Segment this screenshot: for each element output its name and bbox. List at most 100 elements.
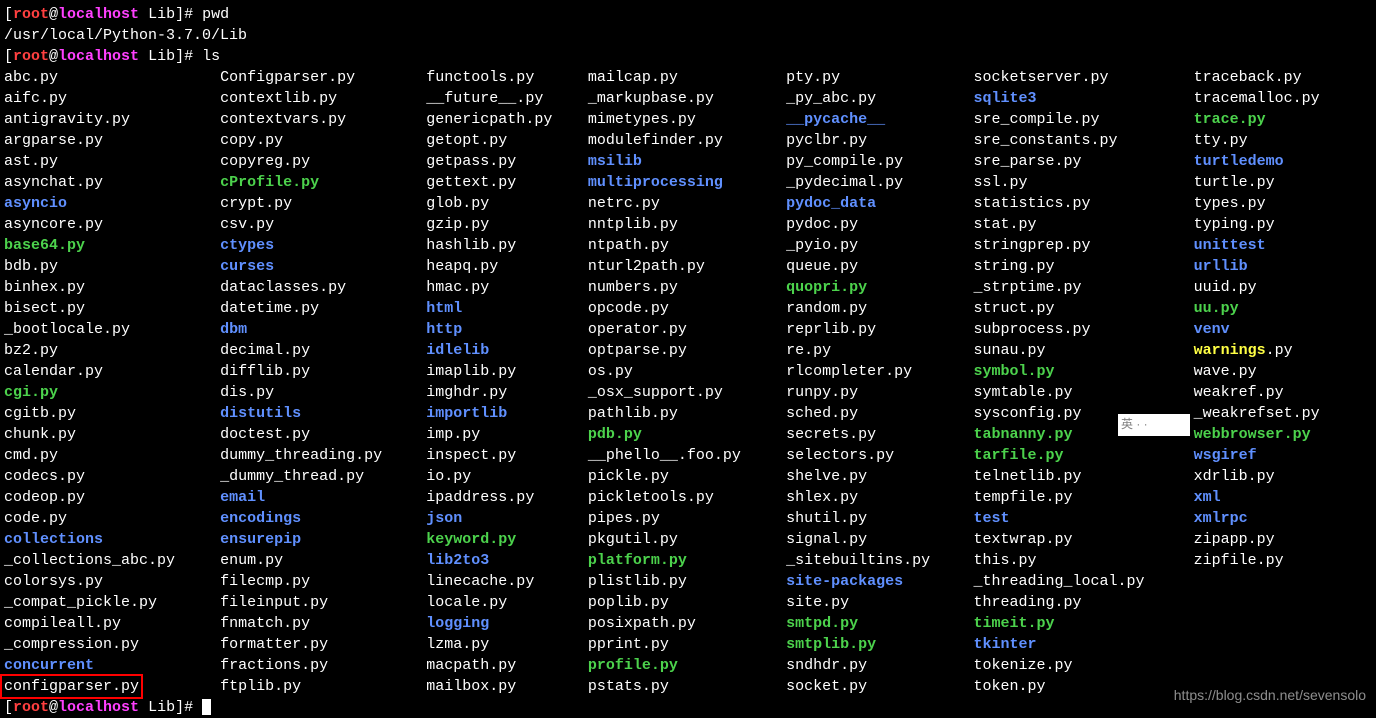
file-entry: crypt.py [220, 193, 426, 214]
file-entry: _strptime.py [974, 277, 1194, 298]
file-entry: keyword.py [426, 529, 588, 550]
file-entry: pkgutil.py [588, 529, 786, 550]
ls-column-6: traceback.pytracemalloc.pytrace.pytty.py… [1194, 67, 1372, 697]
file-entry: mimetypes.py [588, 109, 786, 130]
ls-column-3: mailcap.py_markupbase.pymimetypes.pymodu… [588, 67, 786, 697]
file-entry: _weakrefset.py [1194, 403, 1372, 424]
file-entry: subprocess.py [974, 319, 1194, 340]
file-entry: locale.py [426, 592, 588, 613]
file-entry: macpath.py [426, 655, 588, 676]
file-entry: tracemalloc.py [1194, 88, 1372, 109]
file-entry: enum.py [220, 550, 426, 571]
file-entry: _pydecimal.py [786, 172, 973, 193]
highlight-box: configparser.py [0, 674, 143, 699]
file-entry: Configparser.py [220, 67, 426, 88]
file-entry: smtpd.py [786, 613, 973, 634]
file-entry: this.py [974, 550, 1194, 571]
file-entry: __phello__.foo.py [588, 445, 786, 466]
file-entry: platform.py [588, 550, 786, 571]
file-entry: asyncio [4, 193, 220, 214]
file-entry: _compression.py [4, 634, 220, 655]
file-entry: contextvars.py [220, 109, 426, 130]
file-entry: socketserver.py [974, 67, 1194, 88]
command-ls: ls [202, 48, 220, 65]
file-entry: sre_compile.py [974, 109, 1194, 130]
terminal[interactable]: [root@localhost Lib]# pwd /usr/local/Pyt… [4, 4, 1372, 718]
file-entry: rlcompleter.py [786, 361, 973, 382]
file-entry: html [426, 298, 588, 319]
file-entry: mailcap.py [588, 67, 786, 88]
file-entry: typing.py [1194, 214, 1372, 235]
file-entry: optparse.py [588, 340, 786, 361]
file-entry: uu.py [1194, 298, 1372, 319]
file-entry: turtle.py [1194, 172, 1372, 193]
file-entry: contextlib.py [220, 88, 426, 109]
file-entry: reprlib.py [786, 319, 973, 340]
file-entry: weakref.py [1194, 382, 1372, 403]
file-entry: turtledemo [1194, 151, 1372, 172]
file-entry: xmlrpc [1194, 508, 1372, 529]
file-entry: opcode.py [588, 298, 786, 319]
prompt-line-3[interactable]: [root@localhost Lib]# [4, 697, 1372, 718]
ime-indicator[interactable]: 英 · · [1118, 414, 1190, 436]
file-entry: shutil.py [786, 508, 973, 529]
file-entry: timeit.py [974, 613, 1194, 634]
file-entry: socket.py [786, 676, 973, 697]
file-entry: idlelib [426, 340, 588, 361]
file-entry: string.py [974, 256, 1194, 277]
file-entry: glob.py [426, 193, 588, 214]
file-entry: codecs.py [4, 466, 220, 487]
file-entry: pickle.py [588, 466, 786, 487]
file-entry: linecache.py [426, 571, 588, 592]
file-entry: textwrap.py [974, 529, 1194, 550]
file-entry: signal.py [786, 529, 973, 550]
file-entry: statistics.py [974, 193, 1194, 214]
file-entry: copy.py [220, 130, 426, 151]
file-entry: dis.py [220, 382, 426, 403]
file-entry: abc.py [4, 67, 220, 88]
file-entry: fileinput.py [220, 592, 426, 613]
file-entry: _compat_pickle.py [4, 592, 220, 613]
file-entry: pathlib.py [588, 403, 786, 424]
file-entry: lib2to3 [426, 550, 588, 571]
file-entry: codeop.py [4, 487, 220, 508]
command-pwd: pwd [202, 6, 229, 23]
file-entry: hashlib.py [426, 235, 588, 256]
prompt-line-1: [root@localhost Lib]# pwd [4, 4, 1372, 25]
file-entry: csv.py [220, 214, 426, 235]
file-entry: genericpath.py [426, 109, 588, 130]
cursor-icon [202, 699, 211, 715]
file-entry: cProfile.py [220, 172, 426, 193]
ls-column-1: Configparser.pycontextlib.pycontextvars.… [220, 67, 426, 697]
file-entry: imghdr.py [426, 382, 588, 403]
file-entry: pprint.py [588, 634, 786, 655]
file-entry: _pyio.py [786, 235, 973, 256]
file-entry: __pycache__ [786, 109, 973, 130]
file-entry: sndhdr.py [786, 655, 973, 676]
file-entry: decimal.py [220, 340, 426, 361]
file-entry: formatter.py [220, 634, 426, 655]
file-entry: ctypes [220, 235, 426, 256]
file-entry: importlib [426, 403, 588, 424]
ls-column-2: functools.py__future__.pygenericpath.pyg… [426, 67, 588, 697]
file-entry: plistlib.py [588, 571, 786, 592]
file-entry: sre_parse.py [974, 151, 1194, 172]
file-entry: shlex.py [786, 487, 973, 508]
file-entry: tty.py [1194, 130, 1372, 151]
file-entry: colorsys.py [4, 571, 220, 592]
file-entry: py_compile.py [786, 151, 973, 172]
file-entry: binhex.py [4, 277, 220, 298]
file-entry: stringprep.py [974, 235, 1194, 256]
file-entry: doctest.py [220, 424, 426, 445]
file-entry: netrc.py [588, 193, 786, 214]
file-entry: imaplib.py [426, 361, 588, 382]
file-entry: quopri.py [786, 277, 973, 298]
file-entry: smtplib.py [786, 634, 973, 655]
file-entry: selectors.py [786, 445, 973, 466]
prompt-line-2: [root@localhost Lib]# ls [4, 46, 1372, 67]
file-entry: re.py [786, 340, 973, 361]
file-entry: zipapp.py [1194, 529, 1372, 550]
file-entry: sqlite3 [974, 88, 1194, 109]
file-entry: ssl.py [974, 172, 1194, 193]
file-entry: trace.py [1194, 109, 1372, 130]
